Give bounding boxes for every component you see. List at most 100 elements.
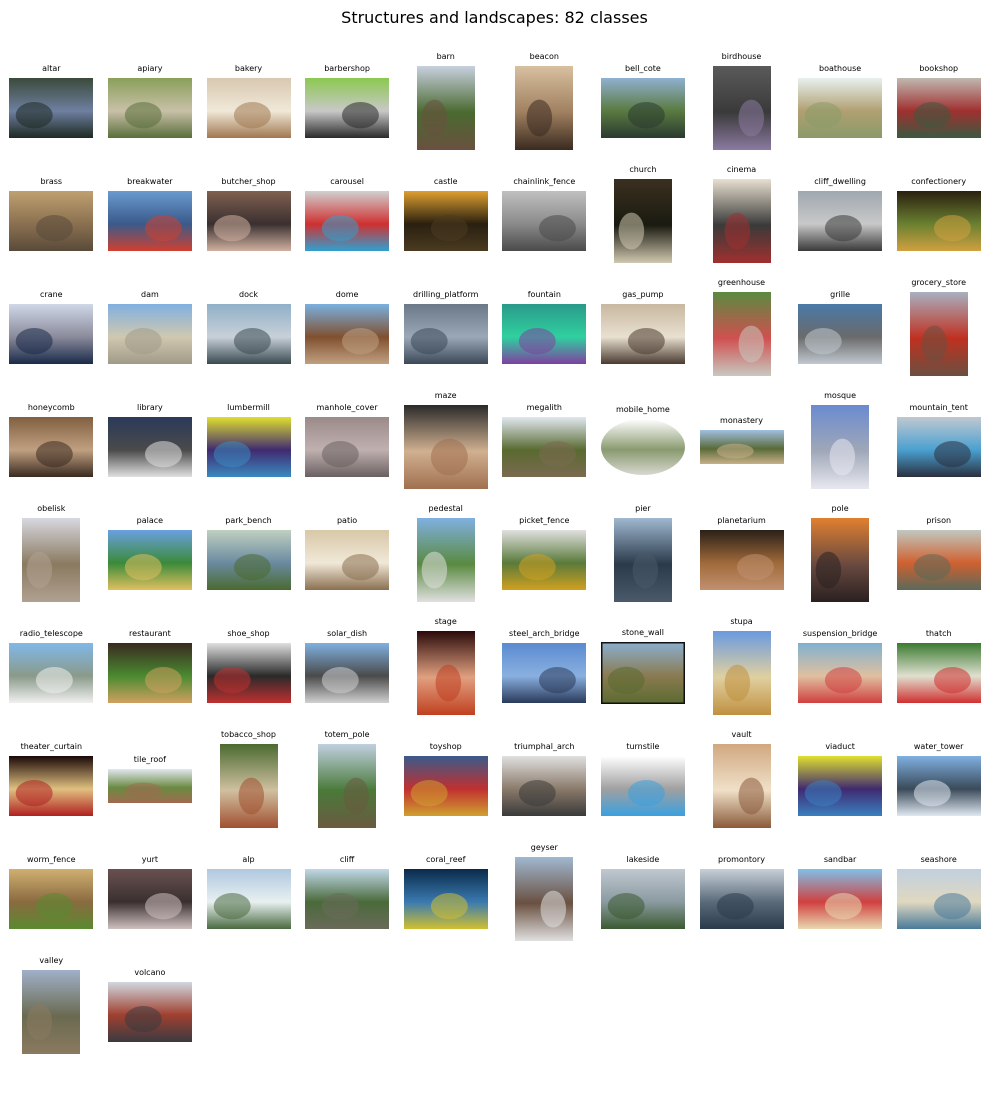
thumbnail-image (9, 869, 94, 929)
thumbnail-image (305, 643, 390, 703)
thumbnail-image (219, 744, 278, 828)
thumbnail-image (403, 304, 488, 364)
thumbnail-label: birdhouse (721, 52, 762, 61)
thumbnail-image (502, 756, 587, 816)
thumbnail-label: manhole_cover (316, 403, 378, 412)
thumbnail-label: stage (434, 617, 457, 626)
thumbnail-cell: gas_pump (593, 274, 692, 386)
thumbnail-cell: mountain_tent (889, 387, 988, 499)
thumbnail-image (318, 744, 377, 828)
thumbnail-image (206, 869, 291, 929)
thumbnail-image (9, 417, 94, 477)
thumbnail-cell: solar_dish (298, 613, 397, 725)
thumbnail-cell: bookshop (889, 48, 988, 160)
thumbnail-image (502, 417, 587, 477)
thumbnail-cell: alp (199, 839, 298, 951)
thumbnail-image (206, 78, 291, 138)
thumbnail-cell: library (100, 387, 199, 499)
thumbnail-cell: shoe_shop (199, 613, 298, 725)
thumbnail-cell: picket_fence (495, 500, 594, 612)
thumbnail-cell: mobile_home (593, 387, 692, 499)
thumbnail-image (107, 869, 192, 929)
thumbnail-image (712, 744, 771, 828)
thumbnail-cell: planetarium (692, 500, 791, 612)
thumbnail-cell: cinema (692, 161, 791, 273)
thumbnail-label: beacon (529, 52, 559, 61)
thumbnail-image (107, 982, 192, 1042)
thumbnail-cell: prison (889, 500, 988, 612)
thumbnail-image (798, 304, 883, 364)
thumbnail-cell: cliff_dwelling (791, 161, 890, 273)
thumbnail-cell: brass (2, 161, 101, 273)
thumbnail-image (305, 191, 390, 251)
thumbnail-image (712, 292, 771, 376)
thumbnail-cell: grille (791, 274, 890, 386)
thumbnail-label: patio (336, 516, 358, 525)
thumbnail-cell: coral_reef (396, 839, 495, 951)
thumbnail-grid: altar apiary bakery barbershop barn beacon bel… (0, 0, 989, 1094)
thumbnail-cell: drilling_platform (396, 274, 495, 386)
thumbnail-image (502, 304, 587, 364)
thumbnail-image (798, 191, 883, 251)
thumbnail-cell: altar (2, 48, 101, 160)
thumbnail-image (206, 643, 291, 703)
thumbnail-image (502, 530, 587, 590)
thumbnail-cell: theater_curtain (2, 726, 101, 838)
thumbnail-image (896, 530, 981, 590)
thumbnail-image (9, 643, 94, 703)
thumbnail-label: planetarium (717, 516, 766, 525)
thumbnail-cell: viaduct (791, 726, 890, 838)
thumbnail-image (9, 191, 94, 251)
thumbnail-label: barbershop (324, 64, 370, 73)
thumbnail-label: tile_roof (133, 755, 166, 764)
thumbnail-image (712, 66, 771, 150)
thumbnail-cell: megalith (495, 387, 594, 499)
thumbnail-label: pier (635, 504, 651, 513)
thumbnail-image (896, 643, 981, 703)
thumbnail-cell: maze (396, 387, 495, 499)
thumbnail-cell: palace (100, 500, 199, 612)
thumbnail-label: pedestal (428, 504, 463, 513)
thumbnail-label: cinema (726, 165, 757, 174)
thumbnail-cell: stone_wall (593, 613, 692, 725)
thumbnail-label: solar_dish (327, 629, 368, 638)
thumbnail-cell: sandbar (791, 839, 890, 951)
thumbnail-label: pole (831, 504, 849, 513)
thumbnail-image (600, 756, 685, 816)
thumbnail-image (107, 417, 192, 477)
thumbnail-label: seashore (920, 855, 957, 864)
thumbnail-image (9, 304, 94, 364)
thumbnail-cell: promontory (692, 839, 791, 951)
thumbnail-image (107, 769, 192, 803)
thumbnail-image (107, 530, 192, 590)
thumbnail-cell: mosque (791, 387, 890, 499)
thumbnail-label: gas_pump (622, 290, 664, 299)
thumbnail-cell: grocery_store (889, 274, 988, 386)
thumbnail-cell: pedestal (396, 500, 495, 612)
thumbnail-image (107, 643, 192, 703)
thumbnail-image (305, 417, 390, 477)
thumbnail-image (9, 78, 94, 138)
thumbnail-cell: butcher_shop (199, 161, 298, 273)
thumbnail-image (22, 518, 81, 602)
thumbnail-image (206, 530, 291, 590)
thumbnail-cell: obelisk (2, 500, 101, 612)
thumbnail-cell: suspension_bridge (791, 613, 890, 725)
thumbnail-image (515, 857, 574, 941)
thumbnail-cell: pole (791, 500, 890, 612)
thumbnail-label: bell_cote (624, 64, 661, 73)
thumbnail-cell: patio (298, 500, 397, 612)
thumbnail-cell: volcano (100, 952, 199, 1064)
thumbnail-label: totem_pole (324, 730, 370, 739)
thumbnail-label: mosque (824, 391, 857, 400)
thumbnail-cell: restaurant (100, 613, 199, 725)
thumbnail-label: theater_curtain (20, 742, 83, 751)
thumbnail-label: water_tower (913, 742, 964, 751)
thumbnail-image (712, 179, 771, 263)
thumbnail-cell: totem_pole (298, 726, 397, 838)
thumbnail-image (600, 642, 685, 704)
thumbnail-cell: dome (298, 274, 397, 386)
thumbnail-image (798, 643, 883, 703)
thumbnail-label: turnstile (626, 742, 660, 751)
thumbnail-cell: beacon (495, 48, 594, 160)
